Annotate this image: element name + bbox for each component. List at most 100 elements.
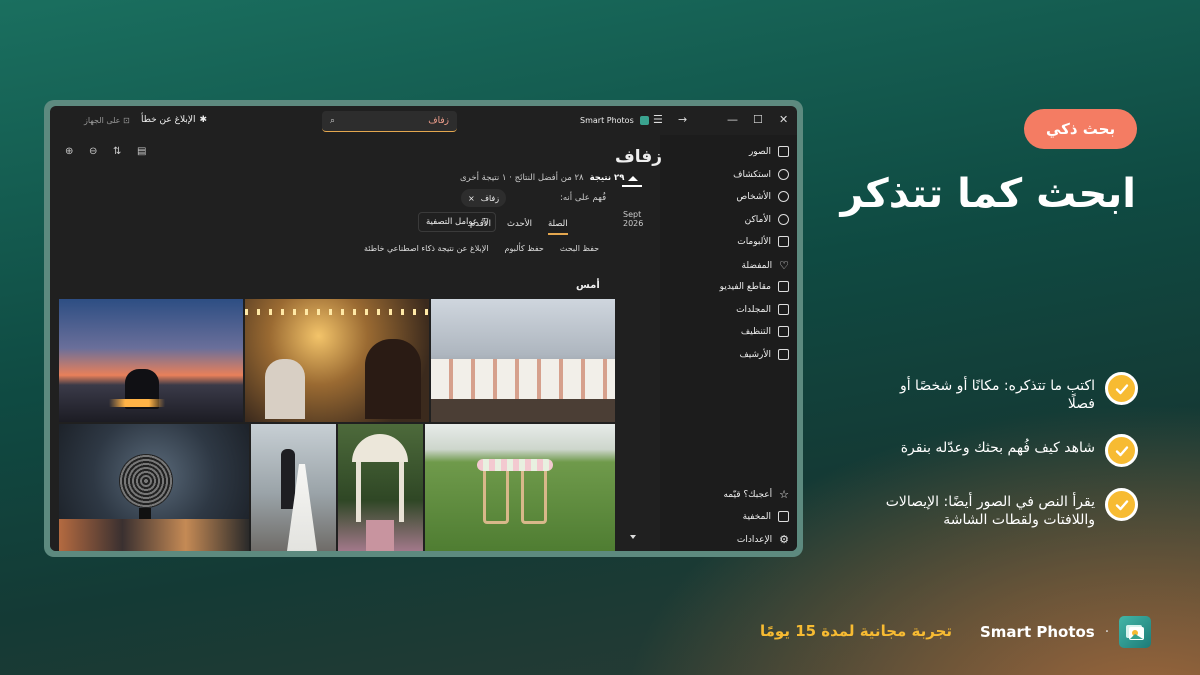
feature-item: يقرأ النص في الصور أيضًا: الإيصالات والل…	[885, 488, 1138, 529]
search-actions: حفظ البحث حفظ كألبوم الإبلاغ عن نتيجة ذك…	[364, 244, 599, 253]
sidebar-item-label: المجلدات	[736, 304, 771, 315]
back-arrow-icon[interactable]: →	[678, 113, 687, 126]
device-status: على الجهاز ⊡	[84, 116, 130, 125]
feature-text: اكتب ما تتذكره: مكانًا أو شخصًا أو فصلًا	[899, 378, 1095, 412]
photo-gazebo[interactable]	[338, 424, 423, 551]
sidebar-item-hidden[interactable]: المخفية	[743, 511, 789, 522]
trash-icon	[778, 326, 789, 337]
timeline-label: Sept 2026	[623, 210, 644, 228]
sidebar-item-label: استكشاف	[733, 169, 771, 180]
sidebar-item-label: الأماكن	[744, 214, 771, 225]
tab-relevance[interactable]: الصلة	[547, 219, 568, 235]
results-summary: ٢٩ نتيجة ٢٨ من أفضل النتائج · ١ نتيجة أخ…	[460, 173, 624, 183]
sidebar-item-label: مقاطع الفيديو	[719, 281, 771, 292]
menu-icon[interactable]: ☰	[653, 113, 663, 126]
photo-toast[interactable]	[245, 299, 429, 422]
compass-icon	[778, 169, 789, 180]
scroll-down-icon[interactable]	[630, 535, 636, 539]
page-title: زفاف	[615, 147, 663, 167]
report-error-button[interactable]: الإبلاغ عن خطأ ✱	[141, 115, 207, 125]
report-error-label: الإبلاغ عن خطأ	[141, 115, 196, 125]
lock-icon: ⊡	[123, 116, 130, 125]
album-icon	[778, 236, 789, 247]
sidebar-item-favorites[interactable]: ♡ المفضلة	[742, 259, 789, 272]
close-icon[interactable]: ✕	[779, 113, 788, 126]
footer-brand: Smart Photos ·	[980, 616, 1152, 648]
photo-sunset-couple[interactable]	[59, 299, 243, 422]
save-as-album-link[interactable]: حفظ كألبوم	[505, 244, 544, 253]
filter-icon: ▽	[481, 217, 489, 227]
app-small-logo-icon	[639, 116, 649, 125]
chip-remove-icon[interactable]: ×	[468, 194, 475, 203]
sidebar-item-label: الصور	[748, 146, 771, 157]
sidebar: الصور استكشاف الأشخاص الأماكن الألبومات …	[660, 135, 797, 551]
app-window: ✕ ☐ — → ☰ Smart Photos ⌕ زفاف الإبلاغ عن…	[50, 106, 797, 551]
star-icon: ☆	[779, 488, 789, 501]
photo-garden-chairs[interactable]	[425, 424, 615, 551]
sidebar-item-folders[interactable]: المجلدات	[736, 304, 789, 315]
photo-icon	[778, 146, 789, 157]
feature-badge: بحث ذكي	[1024, 109, 1137, 149]
maximize-icon[interactable]: ☐	[753, 113, 763, 126]
details-icon[interactable]: ▤	[137, 146, 148, 157]
feature-item: شاهد كيف فُهم بحثك وعدّله بنقرة	[885, 434, 1138, 467]
sidebar-item-label: المفضلة	[741, 260, 773, 271]
timeline-up-icon[interactable]	[628, 176, 638, 181]
sidebar-item-label: الأشخاص	[736, 191, 771, 202]
photo-banquet-hall[interactable]	[431, 299, 615, 422]
results-count: ٢٩ نتيجة	[589, 173, 625, 183]
check-icon	[1105, 434, 1138, 467]
sidebar-item-label: التنظيف	[740, 326, 771, 337]
app-title: Smart Photos	[580, 116, 649, 125]
sidebar-item-photos[interactable]: الصور	[749, 146, 789, 157]
feature-item: اكتب ما تتذكره: مكانًا أو شخصًا أو فصلًا	[885, 372, 1138, 413]
heart-icon: ♡	[779, 259, 789, 272]
sidebar-item-label: الأرشيف	[739, 349, 771, 360]
feature-text: شاهد كيف فُهم بحثك وعدّله بنقرة	[900, 440, 1095, 456]
photo-microphone[interactable]	[59, 424, 249, 551]
sidebar-item-rate[interactable]: ☆ أعجبك؟ قيّمه	[723, 488, 789, 501]
tab-newest[interactable]: الأحدث	[507, 219, 532, 235]
chip-label: زفاف	[480, 193, 500, 203]
headline: ابحث كما تتذكر	[840, 171, 1136, 217]
sidebar-item-albums[interactable]: الألبومات	[737, 236, 789, 247]
check-icon	[1105, 488, 1138, 521]
search-query: زفاف	[428, 116, 449, 126]
filters-label: عوامل التصفية	[426, 217, 478, 227]
trial-offer: تجربة مجانية لمدة 15 يومًا	[760, 622, 953, 640]
app-title-text: Smart Photos	[580, 116, 634, 125]
sort-icon[interactable]: ⇅	[113, 146, 124, 157]
video-icon	[778, 281, 789, 292]
photo-bride-groom-beach[interactable]	[251, 424, 336, 551]
search-icon: ⌕	[330, 116, 336, 126]
sidebar-item-label: المخفية	[742, 511, 771, 522]
sidebar-item-videos[interactable]: مقاطع الفيديو	[720, 281, 789, 292]
sidebar-item-people[interactable]: الأشخاص	[736, 191, 789, 202]
archive-icon	[778, 349, 789, 360]
sidebar-item-cleanup[interactable]: التنظيف	[741, 326, 789, 337]
main-content: ⊕ ⊖ ⇅ ▤ زفاف Sept 2026 ٢٩ نتيجة ٢٨ من أف…	[50, 135, 663, 551]
sidebar-item-archive[interactable]: الأرشيف	[739, 349, 789, 360]
title-bar: ✕ ☐ — → ☰ Smart Photos ⌕ زفاف الإبلاغ عن…	[50, 106, 797, 135]
report-ai-result-link[interactable]: الإبلاغ عن نتيجة ذكاء اصطناعي خاطئة	[364, 244, 489, 253]
app-logo-icon	[1119, 616, 1152, 648]
separator: ·	[1104, 624, 1110, 640]
people-icon	[778, 191, 789, 202]
interpretation-chip[interactable]: × زفاف	[461, 189, 507, 207]
understood-label: فُهم على أنه:	[560, 193, 607, 203]
zoom-out-icon[interactable]: ⊖	[89, 146, 100, 157]
filters-button[interactable]: ▽ عوامل التصفية	[418, 212, 497, 232]
sidebar-item-explore[interactable]: استكشاف	[733, 169, 789, 180]
lock-icon	[778, 511, 789, 522]
bug-icon: ✱	[199, 115, 208, 125]
save-search-link[interactable]: حفظ البحث	[560, 244, 599, 253]
zoom-in-icon[interactable]: ⊕	[65, 146, 76, 157]
timeline-indicator	[622, 185, 642, 187]
sidebar-item-settings[interactable]: ⚙ الإعدادات	[737, 533, 789, 546]
app-window-frame: ✕ ☐ — → ☰ Smart Photos ⌕ زفاف الإبلاغ عن…	[44, 100, 803, 557]
sidebar-item-label: الإعدادات	[736, 534, 773, 545]
sidebar-item-places[interactable]: الأماكن	[745, 214, 789, 225]
search-input[interactable]: ⌕ زفاف	[322, 111, 457, 132]
sidebar-item-label: الألبومات	[737, 236, 771, 247]
minimize-icon[interactable]: —	[727, 113, 738, 126]
